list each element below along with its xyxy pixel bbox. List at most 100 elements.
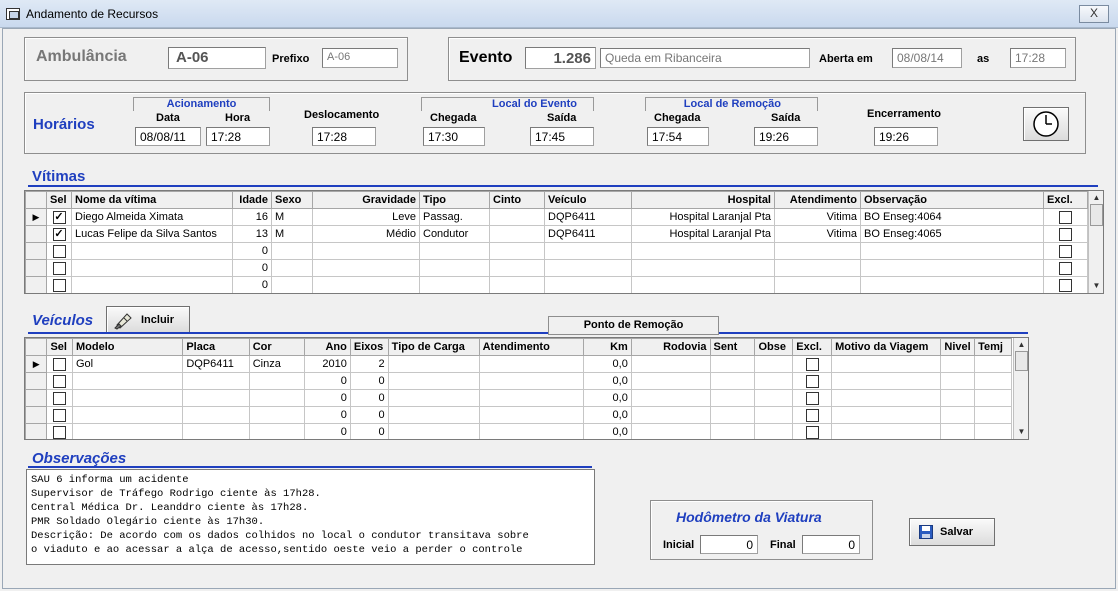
scroll-down-icon[interactable]: ▼ [1016,427,1027,437]
excl-checkbox[interactable] [1059,210,1072,224]
sel-cell[interactable] [46,355,73,373]
clock-button[interactable] [1023,107,1069,141]
excl-checkbox[interactable] [1059,244,1072,258]
excl-cell[interactable] [1043,242,1088,260]
vitimas-col-header[interactable]: Sel [46,191,72,209]
sel-cell[interactable] [46,406,73,424]
veiculos-col-header[interactable]: Modelo [71,338,184,356]
scroll-up-icon[interactable]: ▲ [1091,193,1102,203]
excl-checkbox[interactable] [805,357,819,371]
veiculos-col-header[interactable]: Ano [303,338,351,356]
veiculos-col-header[interactable]: Tipo de Carga [387,338,480,356]
veiculos-col-header[interactable]: Atendimento [478,338,584,356]
sel-cell[interactable] [46,423,73,439]
observacoes-textarea[interactable]: SAU 6 informa um acidente Supervisor de … [26,469,595,565]
scroll-up-icon[interactable]: ▲ [1016,340,1027,350]
local-remocao-saida-field[interactable]: 19:26 [754,127,818,146]
table-row[interactable]: 0 [25,259,1088,277]
deslocamento-field[interactable]: 17:28 [312,127,376,146]
vitimas-col-header[interactable]: Tipo [419,191,490,209]
close-button[interactable]: X [1079,5,1109,23]
table-row[interactable]: 0 [25,276,1088,293]
excl-cell[interactable] [792,355,833,373]
vitimas-scrollbar[interactable]: ▲ ▼ [1088,191,1103,293]
vitimas-col-header[interactable]: Nome da vítima [71,191,233,209]
vitimas-col-header[interactable]: Hospital [631,191,775,209]
vitimas-col-header[interactable]: Observação [860,191,1044,209]
vitimas-col-header[interactable]: Veículo [544,191,632,209]
sel-cell[interactable] [46,276,72,293]
sel-checkbox[interactable] [53,425,67,439]
table-row[interactable]: 0 [25,242,1088,260]
excl-checkbox[interactable] [805,391,819,405]
veiculos-col-header[interactable]: Obse [754,338,794,356]
sel-cell[interactable] [46,372,73,390]
sel-checkbox[interactable] [53,357,67,371]
vitimas-col-header[interactable]: Atendimento [774,191,861,209]
excl-checkbox[interactable] [805,374,819,388]
sel-cell[interactable]: ✓ [46,208,72,226]
sel-checkbox[interactable] [52,244,66,258]
salvar-button[interactable]: Salvar [909,518,995,546]
prefixo-field[interactable]: A-06 [322,48,398,68]
aberta-date-field[interactable]: 08/08/14 [892,48,962,68]
veiculos-grid[interactable]: Sel Modelo Placa Cor Ano Eixos Tipo de Carga At… [24,337,1029,440]
local-remocao-chegada-field[interactable]: 17:54 [647,127,709,146]
evento-description-field[interactable]: Queda em Ribanceira [600,48,810,68]
veiculos-col-header[interactable]: Motivo da Viagem [831,338,942,356]
table-row[interactable]: 0 0 0,0 [25,372,1012,390]
veiculos-scrollbar[interactable]: ▲ ▼ [1013,338,1028,439]
scroll-down-icon[interactable]: ▼ [1091,281,1102,291]
vitimas-col-header[interactable]: Excl. [1043,191,1088,209]
veiculos-col-header[interactable]: Cor [248,338,305,356]
excl-checkbox[interactable] [1059,227,1072,241]
vitimas-col-header[interactable]: Sexo [271,191,313,209]
hodometro-inicial-field[interactable]: 0 [700,535,758,554]
aberta-time-field[interactable]: 17:28 [1010,48,1066,68]
excl-cell[interactable] [792,423,833,439]
incluir-button[interactable]: Incluir [106,306,190,333]
table-row[interactable]: 0 0 0,0 [25,389,1012,407]
veiculos-col-header[interactable]: Rodovia [630,338,711,356]
vitimas-col-header[interactable]: Cinto [489,191,545,209]
vitimas-col-header[interactable]: Idade [232,191,272,209]
vitimas-grid[interactable]: Sel Nome da vítima Idade Sexo Gravidade Tipo C… [24,190,1104,294]
local-evento-saida-field[interactable]: 17:45 [530,127,594,146]
sel-checkbox[interactable] [53,374,67,388]
veiculos-col-header[interactable]: Km [582,338,632,356]
table-row[interactable]: ▶ Gol DQP6411 Cinza 2010 2 0,0 [25,355,1012,373]
veiculos-col-header[interactable]: Sent [709,338,756,356]
excl-cell[interactable] [792,406,833,424]
scroll-thumb[interactable] [1015,351,1028,371]
excl-cell[interactable] [1043,208,1088,226]
veiculos-col-header[interactable]: Excl. [792,338,833,356]
evento-number-field[interactable]: 1.286 [525,47,596,69]
encerramento-field[interactable]: 19:26 [874,127,938,146]
sel-checkbox[interactable]: ✓ [52,210,66,224]
acionamento-hora-field[interactable]: 17:28 [206,127,270,146]
veiculos-col-header[interactable]: Eixos [349,338,389,356]
excl-cell[interactable] [792,389,833,407]
excl-checkbox[interactable] [1059,278,1072,292]
sel-checkbox[interactable] [53,408,67,422]
sel-cell[interactable] [46,242,72,260]
excl-checkbox[interactable] [805,425,819,439]
local-evento-chegada-field[interactable]: 17:30 [423,127,485,146]
sel-cell[interactable] [46,259,72,277]
ambulancia-field[interactable]: A-06 [168,47,266,69]
excl-cell[interactable] [1043,276,1088,293]
table-row[interactable]: ✓ Lucas Felipe da Silva Santos 13 M Médio Con… [25,225,1088,243]
veiculos-col-header[interactable]: Sel [46,338,73,356]
vitimas-col-header[interactable]: Gravidade [312,191,420,209]
table-row[interactable]: 0 0 0,0 [25,423,1012,439]
sel-checkbox[interactable] [52,261,66,275]
excl-checkbox[interactable] [805,408,819,422]
sel-checkbox[interactable]: ✓ [52,227,66,241]
table-row[interactable]: ▶ ✓ Diego Almeida Ximata 16 M Leve Passag. DQP6… [25,208,1088,226]
excl-cell[interactable] [792,372,833,390]
excl-cell[interactable] [1043,259,1088,277]
excl-cell[interactable] [1043,225,1088,243]
sel-checkbox[interactable] [52,278,66,292]
sel-cell[interactable] [46,389,73,407]
table-row[interactable]: 0 0 0,0 [25,406,1012,424]
